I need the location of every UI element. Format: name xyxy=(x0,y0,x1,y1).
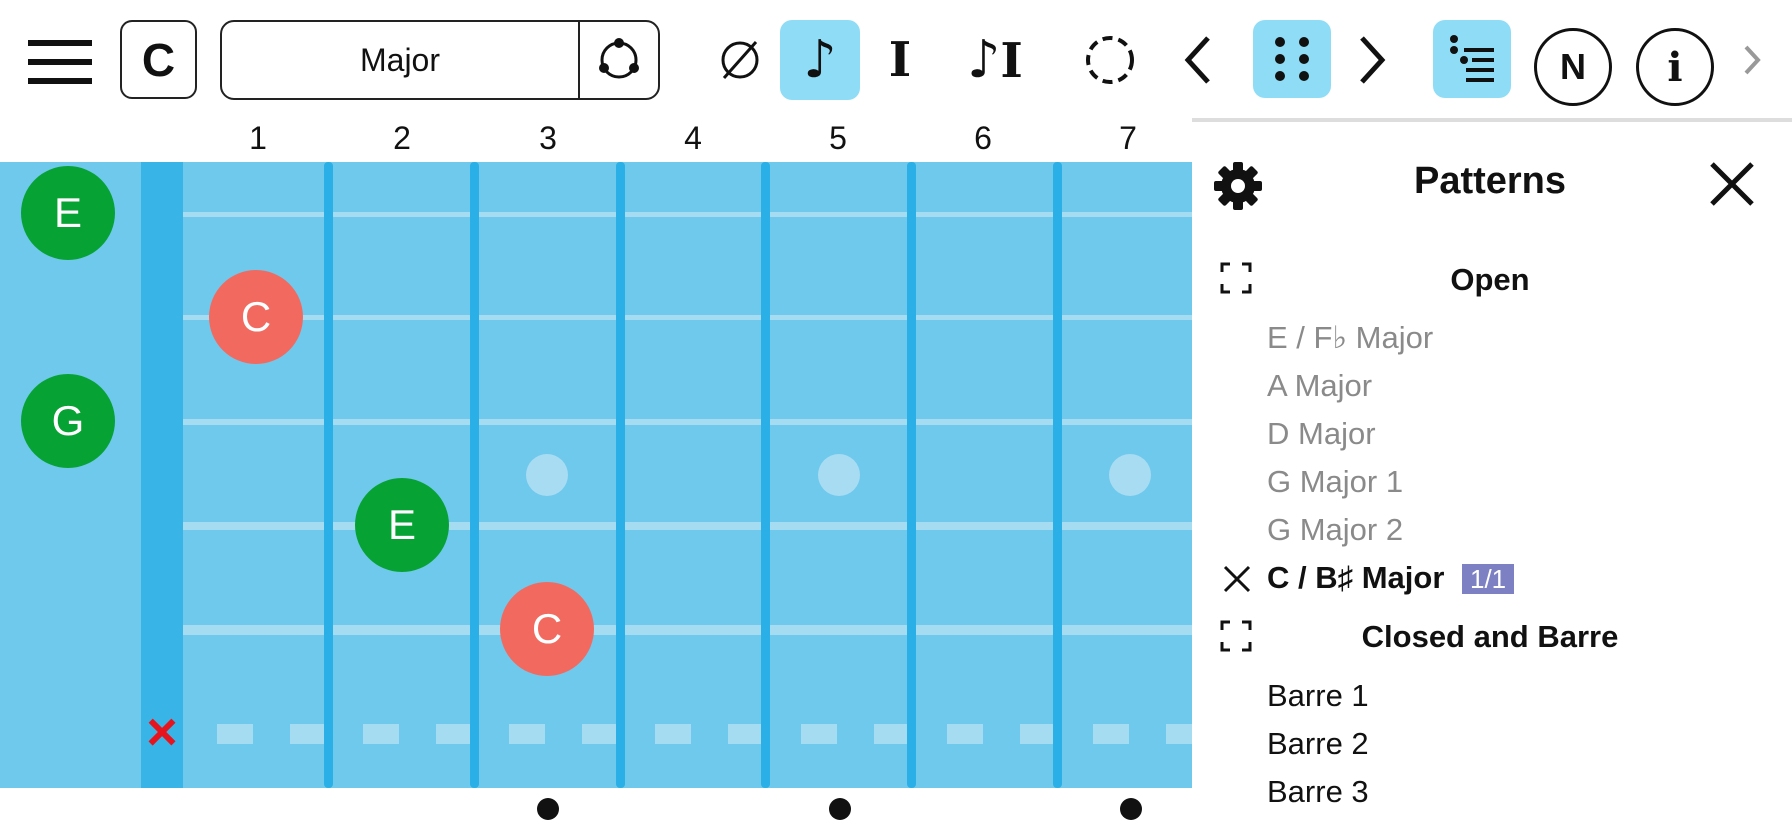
fret-wire xyxy=(324,162,333,788)
pattern-view-button[interactable] xyxy=(1253,20,1331,98)
scale-name-button[interactable]: Major xyxy=(222,22,578,98)
pattern-grid-icon xyxy=(1275,37,1309,81)
note-marker[interactable]: E xyxy=(355,478,449,572)
pattern-item[interactable]: D Major xyxy=(1267,416,1376,452)
info-button[interactable]: i xyxy=(1636,28,1714,106)
next-button[interactable] xyxy=(1346,20,1398,100)
interval-mode-button[interactable]: I xyxy=(860,20,940,100)
fret-number: 6 xyxy=(974,120,992,156)
fret-number: 4 xyxy=(684,120,702,156)
chevron-left-icon xyxy=(1184,36,1210,84)
no-tone-button[interactable] xyxy=(700,20,780,100)
pattern-item[interactable]: A Major xyxy=(1267,368,1372,404)
key-button[interactable]: C xyxy=(120,20,197,99)
fret-wire xyxy=(470,162,479,788)
muted-string-dash xyxy=(582,724,618,744)
pattern-item[interactable]: E / F♭ Major xyxy=(1267,320,1433,356)
fret-position-dot xyxy=(829,798,851,820)
panel-divider xyxy=(1192,118,1792,122)
note-marker[interactable]: E xyxy=(21,166,115,260)
muted-string-dash xyxy=(509,724,545,744)
note-name-button[interactable]: N xyxy=(1534,28,1612,106)
fret-number: 5 xyxy=(829,120,847,156)
previous-button[interactable] xyxy=(1172,20,1224,100)
more-chevron-icon xyxy=(1744,45,1761,75)
muted-string-dash xyxy=(436,724,472,744)
muted-string-dash xyxy=(874,724,910,744)
muted-string-dash xyxy=(947,724,983,744)
pattern-item[interactable]: Barre 1 xyxy=(1267,678,1369,714)
fret-wire xyxy=(1053,162,1062,788)
section-heading-open[interactable]: Open xyxy=(1340,262,1640,298)
muted-string-dash xyxy=(728,724,764,744)
note-and-interval-button[interactable]: ♪I xyxy=(950,20,1040,100)
roman-numeral-icon: I xyxy=(888,32,912,88)
string-2 xyxy=(183,315,1192,320)
fret-wire xyxy=(616,162,625,788)
circle-of-fifths-icon xyxy=(599,38,639,79)
pattern-position-badge: 1/1 xyxy=(1462,564,1515,594)
string-3 xyxy=(183,419,1192,425)
pattern-item[interactable]: Barre 3 xyxy=(1267,774,1369,810)
fret-wire xyxy=(761,162,770,788)
muted-string-dash xyxy=(290,724,326,744)
muted-string-dash xyxy=(363,724,399,744)
fret-inlay xyxy=(1109,454,1151,496)
string-4 xyxy=(183,522,1192,530)
no-tone-icon xyxy=(721,41,759,79)
pattern-item-selected[interactable]: C / B♯ Major xyxy=(1267,560,1444,596)
note-and-numeral-icon: ♪I xyxy=(967,30,1023,90)
chevron-right-icon xyxy=(1360,36,1386,84)
dashed-circle-button[interactable] xyxy=(1070,20,1150,100)
section-heading-closed-barre[interactable]: Closed and Barre xyxy=(1340,619,1640,655)
gear-icon xyxy=(1214,162,1262,210)
pattern-item[interactable]: Barre 2 xyxy=(1267,726,1369,762)
fret-number: 2 xyxy=(393,120,411,156)
fret-number: 1 xyxy=(249,120,267,156)
list-icon xyxy=(1450,35,1494,82)
dashed-circle-icon xyxy=(1086,36,1134,84)
pattern-item[interactable]: G Major 1 xyxy=(1267,464,1403,500)
muted-string-icon[interactable]: × xyxy=(140,705,184,759)
panel-title: Patterns xyxy=(1413,160,1567,202)
fret-inlay xyxy=(526,454,568,496)
string-5 xyxy=(183,625,1192,635)
muted-string-dash xyxy=(1166,724,1192,744)
pattern-list-button[interactable] xyxy=(1433,20,1511,98)
muted-string-dash xyxy=(1020,724,1056,744)
note-name-icon: N xyxy=(1560,46,1586,87)
info-icon: i xyxy=(1667,43,1683,91)
fretboard[interactable]: E C G E C × xyxy=(0,162,1192,788)
note-mode-button[interactable]: ♪ xyxy=(780,20,860,100)
circle-of-fifths-button[interactable] xyxy=(580,22,658,98)
menu-icon[interactable] xyxy=(28,40,92,84)
settings-button[interactable] xyxy=(1210,158,1266,214)
fret-position-dot xyxy=(537,798,559,820)
close-icon xyxy=(1223,565,1251,593)
close-icon xyxy=(1710,162,1754,206)
fret-inlay xyxy=(818,454,860,496)
close-panel-button[interactable] xyxy=(1706,158,1758,210)
note-marker[interactable]: G xyxy=(21,374,115,468)
more-toolbar-button[interactable] xyxy=(1730,20,1774,100)
fret-number: 7 xyxy=(1119,120,1137,156)
note-marker[interactable]: C xyxy=(209,270,303,364)
muted-string-dash xyxy=(217,724,253,744)
scale-selector: Major xyxy=(220,20,660,100)
fret-number: 3 xyxy=(539,120,557,156)
muted-string-dash xyxy=(655,724,691,744)
expand-icon[interactable] xyxy=(1220,262,1252,294)
expand-icon[interactable] xyxy=(1220,620,1252,652)
fret-position-dot xyxy=(1120,798,1142,820)
string-1 xyxy=(183,212,1192,217)
muted-string-dash xyxy=(1093,724,1129,744)
deselect-pattern-button[interactable] xyxy=(1222,564,1252,594)
muted-string-dash xyxy=(801,724,837,744)
nut xyxy=(141,162,183,788)
pattern-item[interactable]: G Major 2 xyxy=(1267,512,1403,548)
eighth-note-icon: ♪ xyxy=(803,30,837,90)
fret-wire xyxy=(907,162,916,788)
note-marker[interactable]: C xyxy=(500,582,594,676)
